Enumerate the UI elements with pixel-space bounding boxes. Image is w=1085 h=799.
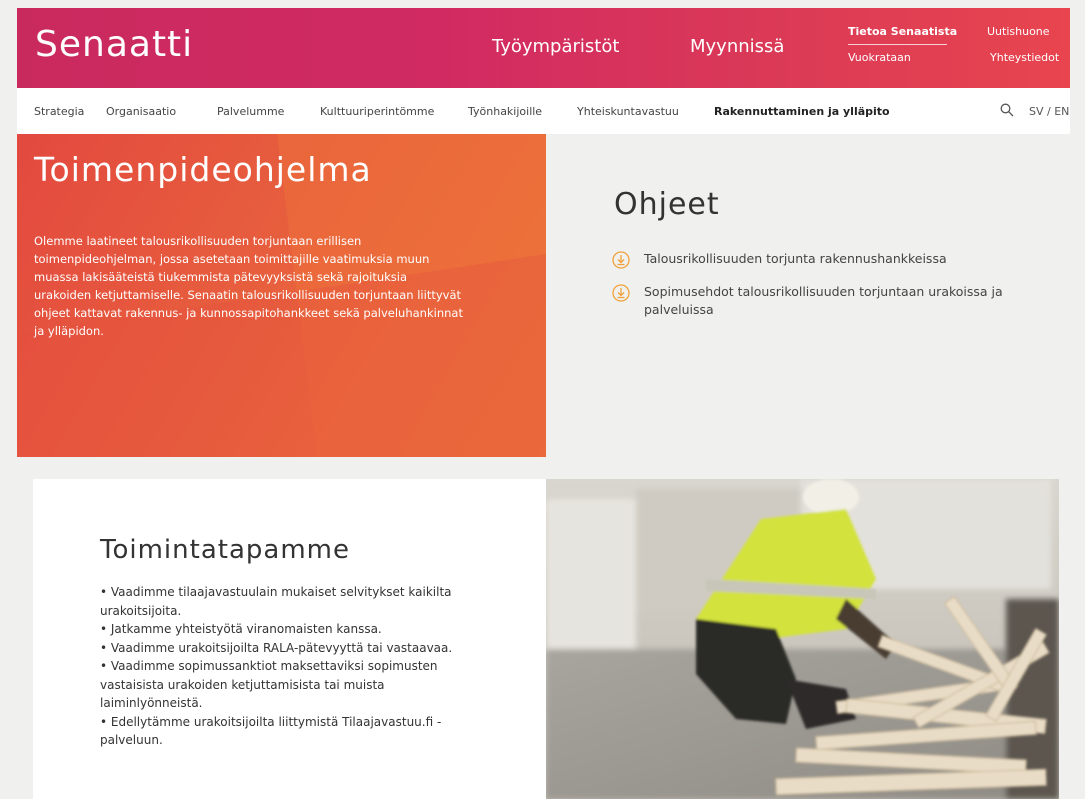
list-item: • Vaadimme sopimussanktiot maksettaviksi…: [100, 659, 438, 710]
search-icon[interactable]: [1000, 103, 1014, 117]
util-link-vuokrataan[interactable]: Vuokrataan: [848, 51, 911, 64]
util-link-tietoa[interactable]: Tietoa Senaatista: [848, 25, 957, 38]
secondary-nav: Strategia Organisaatio Palvelumme Kulttu…: [17, 88, 1070, 134]
subnav-item-kulttuuriperintomme[interactable]: Kulttuuriperintömme: [320, 105, 434, 118]
ohjeet-title: Ohjeet: [614, 187, 720, 222]
nav-tyoymparistot[interactable]: Työympäristöt: [492, 36, 619, 57]
guide-link-label[interactable]: Sopimusehdot talousrikollisuuden torjunt…: [644, 283, 1064, 319]
construction-worker-photo: [546, 479, 1059, 799]
hero-body: Olemme laatineet talousrikollisuuden tor…: [34, 234, 463, 338]
subnav-item-yhteiskuntavastuu[interactable]: Yhteiskuntavastuu: [577, 105, 679, 118]
guide-link-1[interactable]: Talousrikollisuuden torjunta rakennushan…: [612, 250, 1072, 270]
active-underline: [848, 44, 947, 45]
toimintatapamme-list: • Vaadimme tilaajavastuulain mukaiset se…: [100, 583, 480, 750]
guide-link-2[interactable]: Sopimusehdot talousrikollisuuden torjunt…: [612, 283, 1072, 323]
hero-panel: Toimenpideohjelma Olemme laatineet talou…: [17, 134, 546, 457]
photo-illustration: [546, 479, 1059, 799]
list-item: • Vaadimme tilaajavastuulain mukaiset se…: [100, 585, 452, 618]
toimintatapamme-title: Toimintatapamme: [100, 535, 350, 565]
util-link-yhteystiedot[interactable]: Yhteystiedot: [990, 51, 1059, 64]
list-item: • Jatkamme yhteistyötä viranomaisten kan…: [100, 622, 382, 636]
subnav-item-strategia[interactable]: Strategia: [34, 105, 84, 118]
guide-link-label[interactable]: Talousrikollisuuden torjunta rakennushan…: [644, 250, 1064, 268]
nav-myynnissa[interactable]: Myynnissä: [690, 36, 784, 57]
language-switcher[interactable]: SV / EN: [1029, 105, 1069, 118]
subnav-item-tyonhakijoille[interactable]: Työnhakijoille: [468, 105, 542, 118]
download-icon: [612, 251, 630, 269]
senaatti-logo[interactable]: Senaatti: [35, 24, 193, 65]
download-icon: [612, 284, 630, 302]
subnav-item-organisaatio[interactable]: Organisaatio: [106, 105, 176, 118]
hero-title: Toimenpideohjelma: [34, 150, 372, 189]
util-link-uutishuone[interactable]: Uutishuone: [987, 25, 1050, 38]
subnav-item-rakennuttaminen[interactable]: Rakennuttaminen ja ylläpito: [714, 105, 890, 118]
top-header: Senaatti Työympäristöt Myynnissä Tietoa …: [17, 8, 1070, 88]
list-item: • Edellytämme urakoitsijoilta liittymist…: [100, 714, 442, 748]
subnav-item-palvelumme[interactable]: Palvelumme: [217, 105, 284, 118]
toimintatapamme-card: Toimintatapamme • Vaadimme tilaajavastuu…: [33, 479, 546, 799]
list-item: • Vaadimme urakoitsijoilta RALA-pätevyyt…: [100, 640, 453, 655]
